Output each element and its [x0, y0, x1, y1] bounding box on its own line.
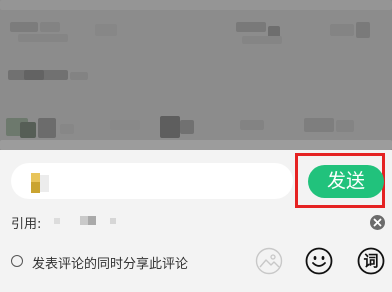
quote-label: 引用:	[11, 217, 42, 232]
comment-input[interactable]	[11, 163, 293, 199]
quoted-text	[54, 216, 116, 226]
send-button[interactable]: 发送	[308, 165, 384, 198]
close-icon[interactable]	[370, 215, 385, 230]
word-icon-glyph: 词	[363, 252, 379, 270]
image-icon[interactable]	[255, 247, 283, 275]
share-option-label: 发表评论的同时分享此评论	[32, 257, 189, 272]
radio-unchecked-icon[interactable]	[11, 255, 23, 267]
typed-emoji-text	[31, 173, 51, 193]
word-icon[interactable]: 词	[357, 247, 385, 275]
comment-sheet: 发送 引用: 发表评论的同时分享此评论 词	[0, 150, 392, 292]
share-option[interactable]: 发表评论的同时分享此评论	[10, 250, 230, 274]
smiley-icon[interactable]	[305, 247, 333, 275]
quote-row: 引用:	[11, 212, 386, 232]
background-feed	[0, 0, 392, 150]
